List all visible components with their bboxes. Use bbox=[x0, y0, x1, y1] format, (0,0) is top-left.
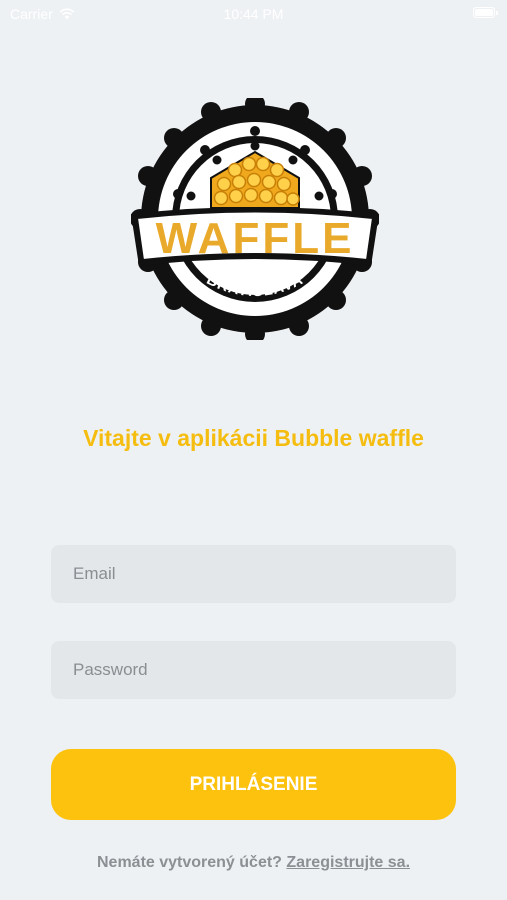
login-button[interactable]: PRIHLÁSENIE bbox=[51, 749, 456, 820]
welcome-title: Vitajte v aplikácii Bubble waffle bbox=[83, 425, 424, 451]
battery-icon bbox=[473, 7, 498, 18]
password-field[interactable] bbox=[51, 641, 456, 699]
status-time: 10:44 PM bbox=[223, 6, 284, 22]
register-prompt: Nemáte vytvorený účet? bbox=[96, 854, 282, 871]
register-line: Nemáte vytvorený účet? Zaregistrujte sa. bbox=[0, 854, 507, 872]
waffle-logo: WAFFLE BRATISLAVA bbox=[131, 98, 379, 340]
password-input[interactable] bbox=[71, 659, 436, 681]
status-bar: Carrier 10:44 PM bbox=[0, 0, 507, 28]
logo-brand-text: WAFFLE bbox=[156, 214, 355, 263]
email-input[interactable] bbox=[71, 563, 436, 585]
email-field[interactable] bbox=[51, 545, 456, 603]
register-link[interactable]: Zaregistrujte sa. bbox=[286, 854, 410, 871]
